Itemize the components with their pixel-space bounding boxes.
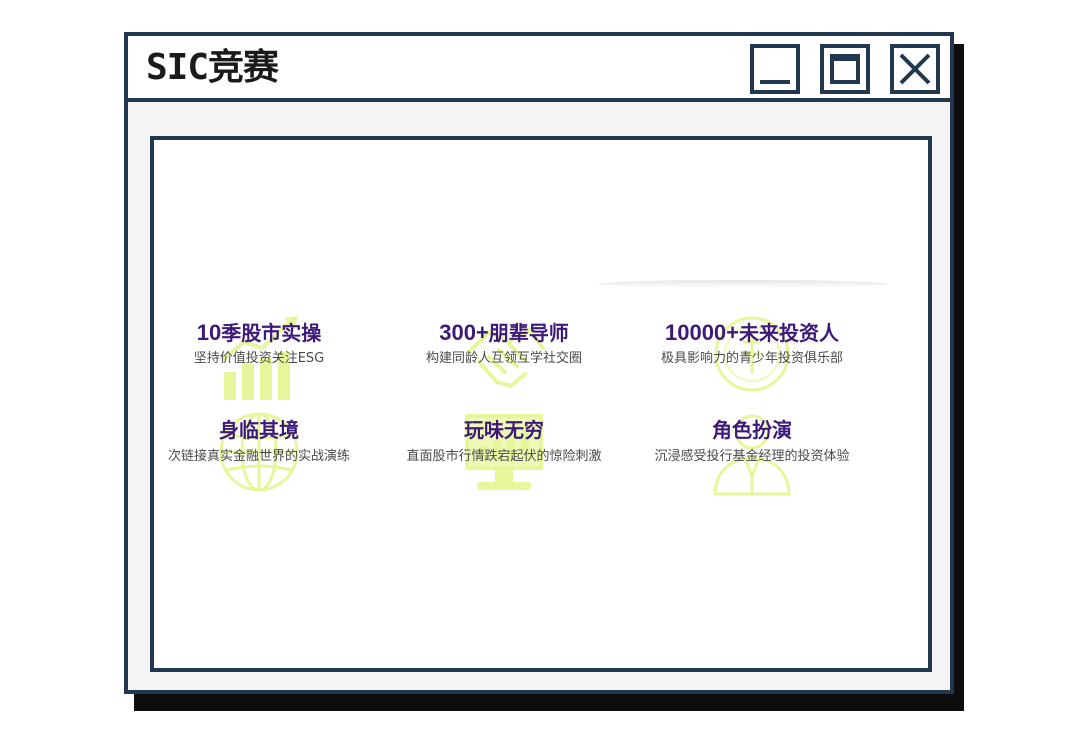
close-button[interactable] (890, 44, 940, 94)
content-panel: 10季股市实操 坚持价值投资关注ESG 300+朋辈导师 构建同龄人互领互学社交… (150, 136, 932, 672)
feature-title: 玩味无穷 (464, 420, 544, 442)
feature-title: 10000+未来投资人 (664, 320, 840, 345)
minimize-button[interactable] (750, 44, 800, 94)
decorative-shadow-bar (598, 280, 888, 288)
app-window: SIC竞赛 10季股市实操 坚持价值投资关注ESG 300+朋辈导师 构建同龄人… (124, 32, 954, 694)
maximize-icon (830, 54, 860, 84)
feature-role-play: 角色扮演 沉浸感受投行基金经理的投资体验 (632, 414, 872, 518)
feature-immersive: 身临其境 次链接真实金融世界的实战演练 (139, 412, 379, 518)
feature-subtitle: 次链接真实金融世界的实战演练 (167, 449, 350, 464)
minimize-icon (760, 80, 790, 84)
feature-fun: 玩味无穷 直面股市行情跌宕起伏的惊险刺激 (384, 414, 624, 518)
feature-peer-mentors: 300+朋辈导师 构建同龄人互领互学社交圈 (384, 320, 624, 420)
feature-future-investors: 10000+未来投资人 极具影响力的青少年投资俱乐部 (632, 316, 872, 420)
feature-title: 10季股市实操 (196, 320, 322, 345)
feature-subtitle: 直面股市行情跌宕起伏的惊险刺激 (406, 449, 602, 464)
feature-subtitle: 坚持价值投资关注ESG (193, 351, 325, 366)
maximize-button[interactable] (820, 44, 870, 94)
feature-subtitle: 构建同龄人互领互学社交圈 (425, 351, 582, 366)
feature-title: 300+朋辈导师 (439, 320, 569, 345)
window-title: SIC竞赛 (146, 47, 279, 88)
feature-subtitle: 沉浸感受投行基金经理的投资体验 (654, 449, 850, 464)
feature-title: 角色扮演 (712, 420, 792, 442)
title-bar: SIC竞赛 (128, 36, 950, 102)
close-icon (899, 53, 931, 85)
feature-stock-practice: 10季股市实操 坚持价值投资关注ESG (139, 316, 379, 420)
feature-subtitle: 极具影响力的青少年投资俱乐部 (660, 351, 843, 366)
feature-title: 身临其境 (219, 420, 299, 442)
